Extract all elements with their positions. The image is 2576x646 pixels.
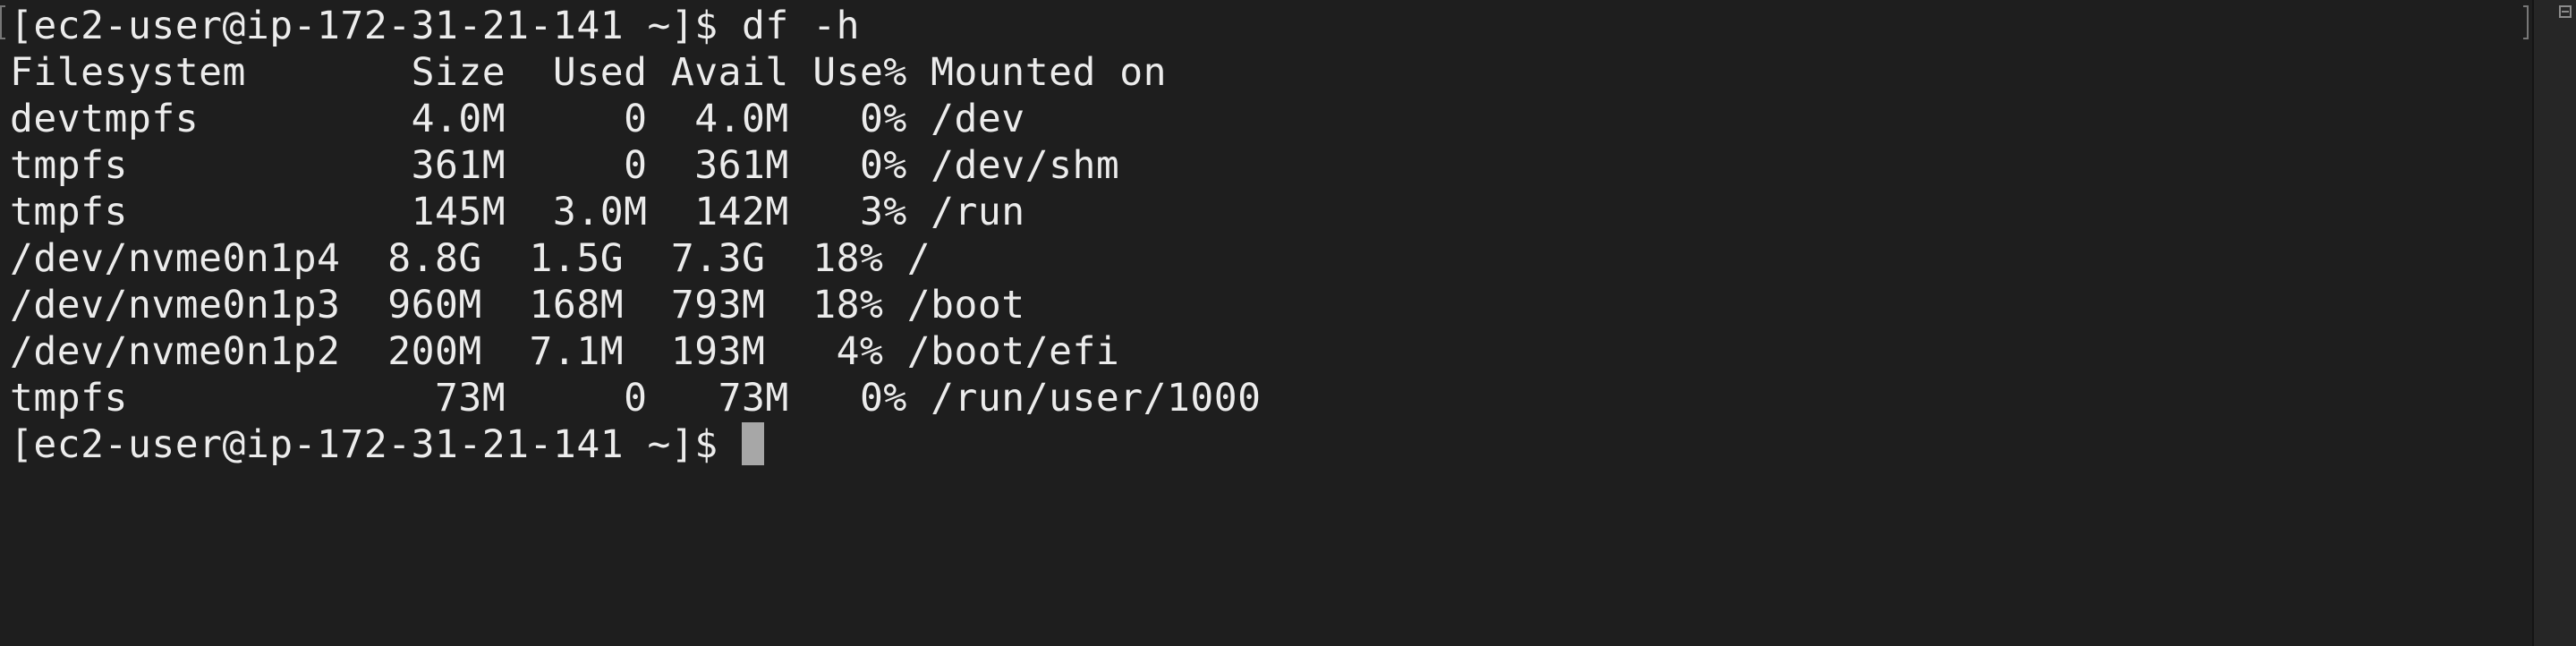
df-row-tmpfs-run-user: tmpfs 73M 0 73M 0% /run/user/1000: [10, 376, 1262, 421]
shell-prompt: [ec2-user@ip-172-31-21-141 ~]$: [10, 422, 718, 467]
df-row-nvme0n1p2: /dev/nvme0n1p2 200M 7.1M 193M 4% /boot/e…: [10, 329, 1120, 374]
mark-bracket-left-icon: [0, 5, 5, 39]
command-line: [ec2-user@ip-172-31-21-141 ~]$ df -h: [10, 4, 860, 48]
terminal-output[interactable]: [ec2-user@ip-172-31-21-141 ~]$ df -h File…: [10, 3, 1262, 468]
df-header-row: Filesystem Size Used Avail Use% Mounted …: [10, 50, 1168, 95]
scrollbar-gutter[interactable]: [2532, 0, 2576, 646]
mark-bracket-right-icon: [2523, 5, 2529, 39]
split-pane-icon[interactable]: [2559, 5, 2572, 18]
df-row-tmpfs-dev-shm: tmpfs 361M 0 361M 0% /dev/shm: [10, 143, 1120, 188]
df-row-nvme0n1p3: /dev/nvme0n1p3 960M 168M 793M 18% /boot: [10, 283, 1025, 327]
prompt-line[interactable]: [ec2-user@ip-172-31-21-141 ~]$: [10, 421, 1262, 468]
df-row-devtmpfs: devtmpfs 4.0M 0 4.0M 0% /dev: [10, 97, 1025, 141]
df-row-nvme0n1p4: /dev/nvme0n1p4 8.8G 1.5G 7.3G 18% /: [10, 236, 931, 281]
terminal-window[interactable]: [ec2-user@ip-172-31-21-141 ~]$ df -h File…: [0, 0, 2532, 646]
text-cursor: [741, 422, 764, 465]
df-row-tmpfs-run: tmpfs 145M 3.0M 142M 3% /run: [10, 190, 1025, 234]
